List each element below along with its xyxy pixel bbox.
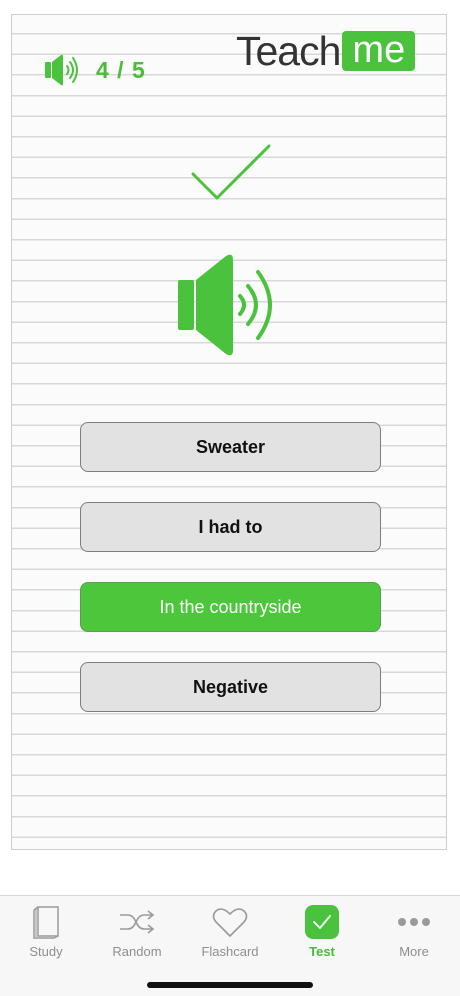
logo-me-badge: me — [342, 30, 416, 71]
checkmark-icon — [304, 904, 340, 940]
tab-label: Test — [309, 944, 335, 959]
shuffle-icon — [119, 904, 155, 940]
progress-counter: 4 / 5 — [96, 56, 146, 83]
answer-button[interactable]: Sweater — [80, 422, 381, 472]
answer-button[interactable]: I had to — [80, 502, 381, 552]
tab-study[interactable]: Study — [0, 904, 92, 964]
answer-button-correct[interactable]: In the countryside — [80, 582, 381, 632]
speaker-small-icon[interactable] — [44, 52, 82, 88]
tab-random[interactable]: Random — [91, 904, 183, 964]
tab-label: Study — [29, 944, 63, 959]
tab-flashcard[interactable]: Flashcard — [184, 904, 276, 964]
tab-label: Flashcard — [201, 944, 259, 959]
progress-indicator: 4 / 5 — [44, 52, 146, 88]
home-indicator — [147, 982, 313, 988]
tab-bar: Study Random Flashcard Test More — [0, 895, 460, 996]
teachme-logo: Teach me — [236, 28, 416, 74]
checkmark-icon — [191, 144, 271, 200]
tab-label: More — [399, 944, 429, 959]
answer-button[interactable]: Negative — [80, 662, 381, 712]
logo-teach-text: Teach — [236, 28, 341, 74]
book-icon — [28, 904, 64, 940]
answer-list: Sweater I had to In the countryside Nega… — [80, 422, 381, 742]
tab-more[interactable]: More — [368, 904, 460, 964]
app-screen: 4 / 5 Teach me Sweater I had to In the c… — [0, 0, 460, 996]
speaker-play-icon[interactable] — [176, 252, 286, 362]
tab-test[interactable]: Test — [276, 904, 368, 964]
tab-label: Random — [112, 944, 162, 959]
heart-icon — [212, 904, 248, 940]
more-dots-icon — [396, 904, 432, 940]
